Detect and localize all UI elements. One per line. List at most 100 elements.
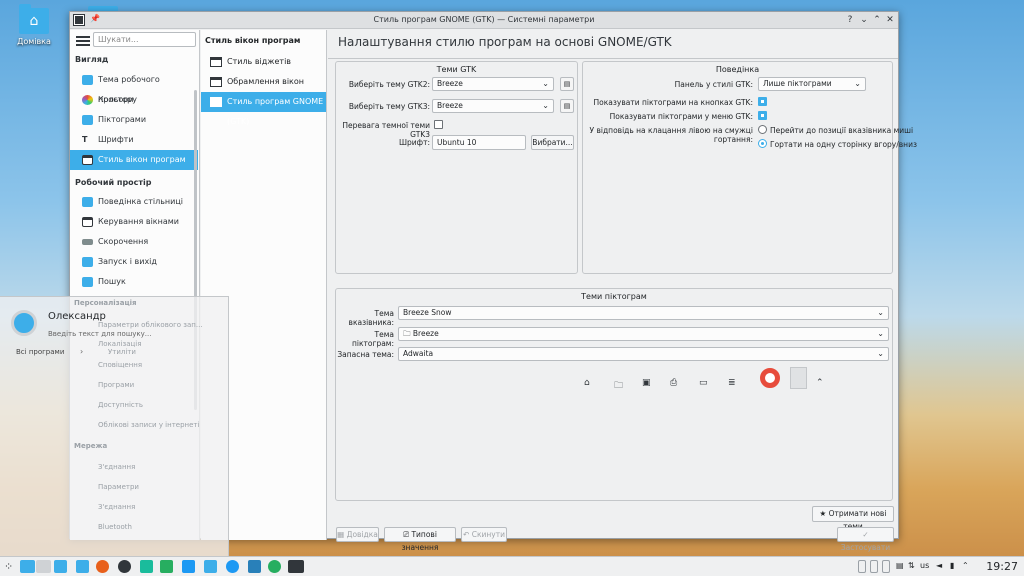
all-programs-label[interactable]: Всі програми	[16, 348, 64, 356]
network-icon[interactable]: ⇅	[908, 561, 915, 570]
get-new-themes-button[interactable]: ★ Отримати нові теми	[812, 506, 894, 531]
defaults-button[interactable]: ⎚ Типові значення	[384, 527, 456, 552]
home-icon: ⌂	[29, 13, 39, 29]
sheet-icon[interactable]	[160, 560, 173, 573]
battery-icon[interactable]: ▮	[950, 561, 954, 570]
search-icon	[82, 277, 93, 287]
sidebar-item-startup[interactable]: Запуск і вихід	[70, 252, 198, 272]
app-icon-green[interactable]	[268, 560, 281, 573]
sidebar-item-workspace-theme[interactable]: Тема робочого простору	[70, 70, 198, 104]
taskbar: ⁘ ▤ ⇅ us ◄ ▮ ⌃ 19:27	[0, 556, 1024, 576]
fallback-theme-select[interactable]: Adwaita ⌄	[398, 347, 889, 361]
gtk3-theme-select[interactable]: Breeze ⌄	[432, 99, 554, 113]
monitor-preview-icon: ▭	[699, 378, 708, 388]
choose-font-button[interactable]: Вибрати...	[531, 135, 574, 150]
gtk2-label: Виберіть тему GTK2:	[348, 80, 430, 89]
cursor-theme-select[interactable]: Breeze Snow ⌄	[398, 306, 889, 320]
chevron-down-icon: ⌄	[877, 349, 884, 358]
settings-task-icon[interactable]	[54, 560, 67, 573]
subitem-widget-style[interactable]: Стиль віджетів	[201, 52, 326, 72]
subitem-gtk-style[interactable]: Стиль програм GNOME (GTK)	[201, 92, 326, 126]
subitem-window-decorations[interactable]: Обрамлення вікон	[201, 72, 326, 92]
utilities-label[interactable]: Утиліти	[108, 348, 136, 356]
maximize-button[interactable]: ⌃	[871, 14, 883, 26]
keyboard-layout[interactable]: us	[920, 561, 929, 570]
help-lifebuoy-preview-icon	[760, 368, 780, 388]
launcher-search-hint[interactable]: Введіть текст для пошуку...	[48, 330, 151, 338]
scroll-jump-radio[interactable]	[758, 125, 767, 134]
hamburger-menu-icon[interactable]	[76, 34, 90, 46]
sidebar-item-colors[interactable]: Кольори	[70, 90, 198, 110]
icons-icon	[82, 115, 93, 125]
doc-icon[interactable]	[182, 560, 195, 573]
sidebar-item-app-style[interactable]: Стиль вікон програм	[70, 150, 198, 170]
keyboard-icon	[82, 239, 93, 245]
avatar[interactable]	[11, 310, 37, 336]
search-input[interactable]: Шукати...	[93, 32, 196, 47]
gtk-themes-title: Теми GTK	[436, 65, 477, 74]
browser-icon[interactable]	[226, 560, 239, 573]
sidebar-item-desktop-behavior[interactable]: Поведінка стільниці	[70, 192, 198, 212]
window-icon	[210, 57, 222, 67]
reset-button[interactable]: ↶ Скинути	[461, 527, 507, 542]
firefox-icon[interactable]	[96, 560, 109, 573]
faded-item-accessibility: Доступність	[98, 401, 143, 409]
gtk2-theme-select[interactable]: Breeze ⌄	[432, 77, 554, 91]
gtk3-preview-button[interactable]: ▤	[560, 99, 574, 113]
button-icons-checkbox[interactable]	[758, 97, 767, 106]
tray-expand-icon[interactable]: ⌃	[962, 561, 969, 570]
faded-item-bluetooth: Bluetooth	[98, 523, 132, 531]
faded-item-locale: Локалізація	[98, 340, 142, 348]
pager-desktop-2[interactable]	[36, 560, 51, 573]
sidebar-item-search[interactable]: Пошук	[70, 272, 198, 292]
desktop-home-label: Домівка	[17, 37, 51, 46]
category-appearance: Вигляд	[75, 55, 109, 64]
panel-spacer-2	[870, 560, 878, 573]
desktop-home-icon[interactable]: ⌂ Домівка	[12, 4, 56, 46]
calc-icon[interactable]	[140, 560, 153, 573]
faded-item-account: Параметри облікового зап...	[98, 321, 203, 329]
help-icon[interactable]: ?	[844, 14, 856, 26]
window-management-icon	[82, 217, 93, 227]
fonts-icon: T	[82, 135, 88, 144]
chevron-right-icon: ›	[80, 347, 84, 356]
help-button[interactable]: ▦ Довідка	[336, 527, 379, 542]
volume-icon[interactable]: ◄	[936, 561, 942, 570]
launcher-icon[interactable]: ⁘	[4, 560, 17, 573]
folder-preview-icon: 🗀	[614, 381, 624, 391]
sidebar-item-window-management[interactable]: Керування вікнами	[70, 212, 198, 232]
clipboard-icon[interactable]: ▤	[896, 561, 904, 570]
dark-theme-checkbox[interactable]	[434, 120, 443, 129]
folder-icon: 🗀	[403, 329, 413, 338]
icon-theme-select[interactable]: 🗀 Breeze ⌄	[398, 327, 889, 341]
terminal-icon[interactable]	[288, 560, 304, 573]
close-button[interactable]: ✕	[884, 14, 896, 26]
list-preview-icon: ≣	[728, 378, 736, 388]
chevron-down-icon: ⌄	[542, 101, 549, 110]
help-book-icon: ▦	[337, 530, 347, 539]
toolbar-style-select[interactable]: Лише піктограми ⌄	[758, 77, 866, 91]
font-field[interactable]: Ubuntu 10	[432, 135, 526, 150]
scroll-page-label: Гортати на одну сторінку вгору/вниз	[770, 140, 917, 149]
sidebar-item-icons[interactable]: Піктограми	[70, 110, 198, 130]
pager-desktop-1[interactable]	[20, 560, 35, 573]
menu-icons-checkbox[interactable]	[758, 111, 767, 120]
download-icon[interactable]	[248, 560, 261, 573]
clock[interactable]: 19:27	[986, 560, 1018, 573]
window-icon	[210, 97, 222, 107]
undo-icon: ↶	[463, 530, 472, 539]
faded-item-online-accounts: Облікові записи у інтернеті	[98, 421, 200, 429]
sidebar-item-fonts[interactable]: T Шрифти	[70, 130, 198, 150]
dolphin-icon[interactable]	[76, 560, 89, 573]
github-icon[interactable]	[118, 560, 131, 573]
sidebar-item-shortcuts[interactable]: Скорочення	[70, 232, 198, 252]
gtk2-preview-button[interactable]: ▤	[560, 77, 574, 91]
scroll-page-radio[interactable]	[758, 139, 767, 148]
folder-task-icon[interactable]	[204, 560, 217, 573]
apply-button[interactable]: ✓ Застосувати	[837, 527, 894, 552]
chevron-down-icon: ⌄	[542, 79, 549, 88]
title-bar[interactable]: 📌 Стиль програм GNOME (GTK) — Системні п…	[70, 12, 898, 29]
desktop-behavior-icon	[82, 197, 93, 207]
minimize-button[interactable]: ⌄	[858, 14, 870, 26]
behavior-title: Поведінка	[715, 65, 760, 74]
